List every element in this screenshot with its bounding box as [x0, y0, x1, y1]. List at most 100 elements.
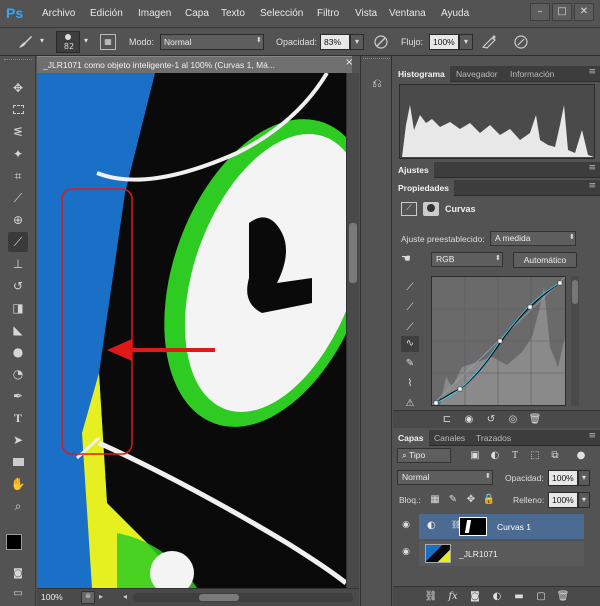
channel-select[interactable]: RGB	[431, 252, 503, 267]
view-previous-icon[interactable]: ◉	[459, 413, 479, 427]
foreground-color-swatch[interactable]	[6, 534, 22, 550]
brush-size-dropdown[interactable]: ▾	[82, 34, 90, 50]
sample-black-eyedropper-icon[interactable]: ⟋	[401, 280, 419, 296]
filter-smart-object-icon[interactable]: ⧉	[545, 449, 565, 463]
eyedropper-tool-icon[interactable]: ⟋	[8, 188, 28, 208]
screen-mode-icon[interactable]: ▭	[8, 584, 28, 604]
tab-histograma[interactable]: Histograma	[393, 66, 450, 82]
menu-seleccion[interactable]: Selección	[260, 8, 303, 19]
brush-tool-icon[interactable]	[16, 34, 34, 50]
tab-capas[interactable]: Capas	[393, 430, 429, 446]
filter-pixel-icon[interactable]: ▣	[465, 449, 485, 463]
properties-scrollbar[interactable]	[571, 276, 579, 406]
delete-adjustment-icon[interactable]: 🗑	[525, 413, 545, 427]
tab-propiedades[interactable]: Propiedades	[393, 180, 455, 196]
hand-tool-icon[interactable]: ✋	[8, 474, 28, 494]
pressure-opacity-icon[interactable]	[372, 34, 390, 50]
flow-input[interactable]: 100%	[429, 34, 459, 50]
toolbox-grip[interactable]	[4, 59, 32, 63]
tab-navegador[interactable]: Navegador	[451, 66, 503, 82]
filter-shape-icon[interactable]: ⬚	[525, 449, 545, 463]
lock-transparency-icon[interactable]: ▦	[425, 493, 445, 507]
document-canvas[interactable]	[37, 73, 346, 588]
tool-preset-dropdown[interactable]: ▾	[38, 34, 46, 50]
vertical-scroll-thumb[interactable]	[349, 223, 357, 283]
filter-type-icon[interactable]: T	[505, 449, 525, 463]
flow-dropdown[interactable]: ▾	[459, 34, 473, 50]
tab-trazados[interactable]: Trazados	[471, 430, 516, 446]
rectangle-tool-icon[interactable]	[8, 452, 28, 472]
scroll-left-icon[interactable]: ◂	[123, 592, 127, 601]
menu-capa[interactable]: Capa	[185, 8, 209, 19]
adjustments-panel-menu-icon[interactable]: ≡	[588, 163, 596, 173]
menu-ayuda[interactable]: Ayuda	[441, 8, 469, 19]
mask-icon[interactable]	[423, 202, 439, 216]
layer-opacity-dropdown[interactable]: ▾	[578, 470, 590, 486]
smooth-curve-icon[interactable]: ⌇	[401, 376, 419, 392]
magic-wand-tool-icon[interactable]: ✦	[8, 144, 28, 164]
menu-texto[interactable]: Texto	[221, 8, 245, 19]
path-selection-tool-icon[interactable]: ➤	[8, 430, 28, 450]
status-menu-arrow-icon[interactable]: ▸	[99, 592, 103, 601]
history-panel-icon[interactable]: ⎌	[368, 76, 386, 94]
layer-visibility-eye-icon[interactable]: ◉	[399, 547, 413, 561]
curves-graph[interactable]	[431, 276, 566, 406]
status-info-icon[interactable]: ⊛	[81, 591, 95, 604]
vertical-scrollbar[interactable]	[346, 73, 359, 588]
clone-stamp-tool-icon[interactable]: ⊥	[8, 254, 28, 274]
document-tab[interactable]: _JLR1071 como objeto inteligente-1 al 10…	[37, 56, 352, 73]
curves-adjustment-icon[interactable]: ⟋	[401, 202, 417, 216]
lock-position-icon[interactable]: ✥	[461, 493, 481, 507]
horizontal-scroll-thumb[interactable]	[199, 594, 239, 601]
crop-tool-icon[interactable]: ⌗	[8, 166, 28, 186]
lasso-tool-icon[interactable]: ᓬ	[8, 122, 28, 142]
lock-all-icon[interactable]: 🔒	[479, 493, 499, 507]
zoom-level[interactable]: 100%	[41, 591, 73, 604]
horizontal-scrollbar[interactable]	[133, 593, 353, 602]
close-button[interactable]: ✕	[574, 3, 594, 21]
opacity-input[interactable]: 83%	[320, 34, 350, 50]
healing-brush-tool-icon[interactable]: ⊕	[8, 210, 28, 230]
toggle-visibility-icon[interactable]: ◎	[503, 413, 523, 427]
menu-ventana[interactable]: Ventana	[389, 8, 426, 19]
layer-thumbnail[interactable]	[425, 544, 451, 563]
fill-input[interactable]: 100%	[548, 492, 578, 508]
minimize-button[interactable]: –	[530, 3, 550, 21]
reset-adjustment-icon[interactable]: ↺	[481, 413, 501, 427]
new-adjustment-icon[interactable]: ◐	[487, 590, 507, 604]
delete-layer-icon[interactable]: 🗑	[553, 590, 573, 604]
fill-dropdown[interactable]: ▾	[578, 492, 590, 508]
blur-tool-icon[interactable]: ●	[8, 342, 28, 362]
tab-ajustes[interactable]: Ajustes	[393, 162, 434, 178]
document-close-icon[interactable]: ×	[345, 57, 353, 68]
sample-white-eyedropper-icon[interactable]: ⟋	[401, 320, 419, 336]
mode-select[interactable]: Normal	[160, 34, 264, 50]
move-tool-icon[interactable]: ✥	[8, 78, 28, 98]
clip-to-layer-icon[interactable]: ⊏	[437, 413, 457, 427]
sample-gray-eyedropper-icon[interactable]: ⟋	[401, 300, 419, 316]
menu-edicion[interactable]: Edición	[90, 8, 123, 19]
draw-curve-pencil-icon[interactable]: ✎	[401, 356, 419, 372]
filter-toggle-icon[interactable]: ●	[571, 449, 591, 463]
target-adjust-hand-icon[interactable]: ☚	[401, 252, 419, 268]
menu-archivo[interactable]: Archivo	[42, 8, 75, 19]
auto-button[interactable]: Automático	[513, 252, 577, 268]
blend-mode-select[interactable]: Normal	[397, 470, 493, 485]
pressure-size-icon[interactable]	[512, 34, 530, 50]
properties-panel-menu-icon[interactable]: ≡	[588, 181, 596, 191]
edit-points-curve-icon[interactable]: ∿	[401, 336, 419, 352]
history-brush-tool-icon[interactable]: ↺	[8, 276, 28, 296]
marquee-tool-icon[interactable]	[8, 100, 28, 120]
airbrush-icon[interactable]	[480, 34, 498, 50]
tab-informacion[interactable]: Información	[505, 66, 559, 82]
layer-opacity-input[interactable]: 100%	[548, 470, 578, 486]
layers-panel-menu-icon[interactable]: ≡	[588, 431, 596, 441]
dodge-tool-icon[interactable]: ◔	[8, 364, 28, 384]
paint-bucket-tool-icon[interactable]: ◣	[8, 320, 28, 340]
layer-row-photo[interactable]: _JLR1071	[419, 541, 584, 566]
preset-select[interactable]: A medida	[490, 231, 576, 246]
zoom-tool-icon[interactable]: ⌕	[8, 496, 28, 516]
layer-filter-select[interactable]: ⌕ Tipo	[397, 448, 451, 463]
tab-canales[interactable]: Canales	[429, 430, 470, 446]
pen-tool-icon[interactable]: ✒	[8, 386, 28, 406]
